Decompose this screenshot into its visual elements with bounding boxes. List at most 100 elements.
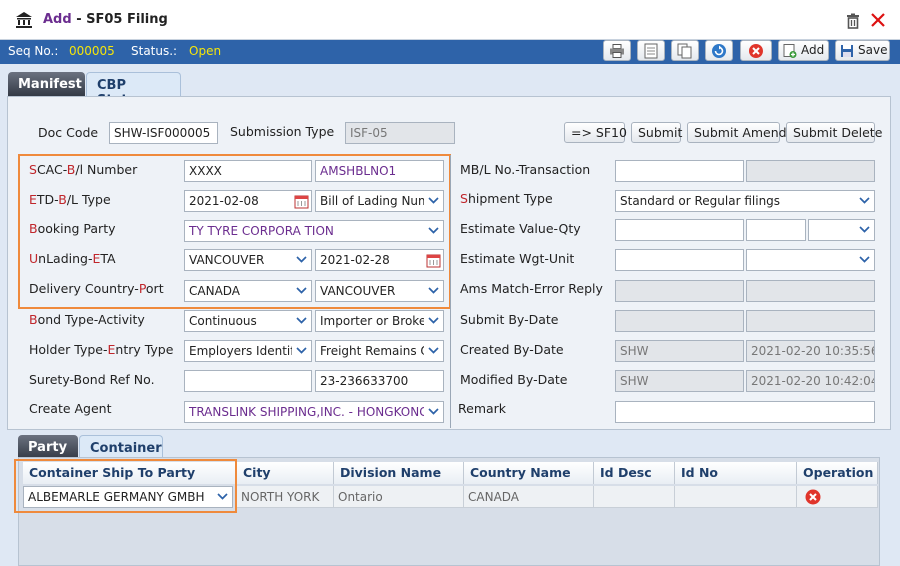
create-agent-label: Create Agent <box>29 401 112 416</box>
bond-activity-value: Importer or Broker <box>320 314 432 328</box>
id-desc-cell <box>594 486 675 508</box>
estimate-wgt-input[interactable] <box>615 249 744 271</box>
chevron-down-icon <box>296 317 307 324</box>
operation-cell <box>797 486 878 508</box>
save-button[interactable]: Save <box>835 40 890 61</box>
estimate-value-input[interactable] <box>615 219 744 241</box>
modified-date-input: 2021-02-20 10:42:04 <box>746 370 875 392</box>
copy-icon <box>677 43 692 58</box>
ams-match-input <box>615 280 744 302</box>
sf10-button[interactable]: => SF10 <box>564 122 627 143</box>
required-fields-highlight <box>18 154 451 309</box>
column-header-division[interactable]: Division Name <box>334 462 464 484</box>
create-agent-value: TRANSLINK SHIPPING,INC. - HONGKONG <box>189 405 429 419</box>
window-title: Add - SF05 Filing <box>43 12 168 27</box>
estimate-qty-input[interactable] <box>746 219 806 241</box>
save-icon <box>841 44 853 57</box>
submit-button[interactable]: Submit <box>631 122 682 143</box>
submit-delete-button[interactable]: Submit Delete <box>786 122 882 143</box>
doc-code-input[interactable]: SHW-ISF000005 <box>109 122 218 144</box>
add-button[interactable]: Add <box>778 40 829 61</box>
submit-by-input <box>615 310 744 332</box>
chevron-down-icon <box>428 347 439 354</box>
mbl-input[interactable] <box>615 160 744 182</box>
created-by-input: SHW <box>615 340 744 362</box>
ams-match-label: Ams Match-Error Reply <box>460 281 603 296</box>
delete-row-icon[interactable] <box>805 489 821 505</box>
copy-button[interactable] <box>671 40 699 61</box>
column-divider <box>450 155 451 428</box>
submission-type-label: Submission Type <box>230 124 335 139</box>
document-icon <box>644 43 658 58</box>
create-agent-select[interactable]: TRANSLINK SHIPPING,INC. - HONGKONG <box>184 401 444 423</box>
mbl-transaction-label: MB/L No.-Transaction <box>460 162 591 177</box>
country-cell: CANADA <box>464 486 594 508</box>
status-label: Status.: <box>131 44 178 58</box>
add-icon <box>783 43 797 58</box>
bond-ref-input[interactable]: 23-236633700 <box>315 370 444 392</box>
entry-type-select[interactable]: Freight Remains On Board <box>315 340 444 362</box>
title-name: SF05 Filing <box>86 12 168 27</box>
bond-type-activity-label: Bond Type-Activity <box>29 312 145 327</box>
bond-type-select[interactable]: Continuous <box>184 310 312 332</box>
trash-icon[interactable] <box>845 13 861 29</box>
chevron-down-icon <box>859 197 870 204</box>
bank-icon <box>16 12 32 28</box>
holder-type-entry-type-label: Holder Type-Entry Type <box>29 342 174 357</box>
shipment-type-value: Standard or Regular filings <box>620 194 781 208</box>
shipment-type-select[interactable]: Standard or Regular filings <box>615 190 875 212</box>
cancel-icon <box>749 43 763 58</box>
submission-type-input: ISF-05 <box>345 122 455 144</box>
column-header-id-no[interactable]: Id No <box>675 462 797 484</box>
submit-date-input <box>746 310 875 332</box>
surety-bond-label: Surety-Bond Ref No. <box>29 372 155 387</box>
ship-to-party-highlight <box>14 459 237 513</box>
shipment-type-label: Shipment Type <box>460 191 553 206</box>
doc-code-label: Doc Code <box>38 125 99 140</box>
holder-type-select[interactable]: Employers Identification <box>184 340 312 362</box>
print-button[interactable] <box>603 40 631 61</box>
division-cell: Ontario <box>334 486 464 508</box>
refresh-button[interactable] <box>705 40 733 61</box>
title-prefix: Add <box>43 12 72 27</box>
transaction-input <box>746 160 875 182</box>
submit-by-date-label: Submit By-Date <box>460 312 559 327</box>
title-separator: - <box>71 12 87 27</box>
tab-manifest[interactable]: Manifest <box>8 72 85 98</box>
estimate-value-qty-label: Estimate Value-Qty <box>460 221 581 236</box>
estimate-wgt-unit-select[interactable] <box>746 249 875 271</box>
column-header-id-desc[interactable]: Id Desc <box>594 462 675 484</box>
column-header-country[interactable]: Country Name <box>464 462 594 484</box>
surety-input[interactable] <box>184 370 312 392</box>
created-date-input: 2021-02-20 10:35:56 <box>746 340 875 362</box>
remark-input[interactable] <box>615 401 875 423</box>
id-no-cell <box>675 486 797 508</box>
document-button[interactable] <box>637 40 665 61</box>
add-button-label: Add <box>801 43 825 57</box>
refresh-icon <box>712 43 726 58</box>
created-by-date-label: Created By-Date <box>460 342 564 357</box>
bond-type-value: Continuous <box>189 314 257 328</box>
chevron-down-icon <box>428 317 439 324</box>
cancel-button[interactable] <box>740 40 772 61</box>
remark-label: Remark <box>458 401 507 416</box>
seq-label: Seq No.: <box>8 44 59 58</box>
modified-by-date-label: Modified By-Date <box>460 372 568 387</box>
save-button-label: Save <box>858 43 888 57</box>
chevron-down-icon <box>428 408 439 415</box>
city-cell: NORTH YORK <box>237 486 334 508</box>
estimate-wgt-unit-label: Estimate Wgt-Unit <box>460 251 575 266</box>
bond-activity-select[interactable]: Importer or Broker <box>315 310 444 332</box>
tab-cbp-status[interactable]: CBP Status <box>86 72 181 108</box>
error-reply-input <box>746 280 875 302</box>
chevron-down-icon <box>859 256 870 263</box>
estimate-qty-unit-select[interactable] <box>808 219 875 241</box>
seq-value: 000005 <box>69 44 115 58</box>
print-icon <box>610 43 624 58</box>
close-icon[interactable] <box>870 12 886 28</box>
title-bar: Add - SF05 Filing <box>0 0 900 40</box>
column-header-city[interactable]: City <box>237 462 334 484</box>
modified-by-input: SHW <box>615 370 744 392</box>
submit-amend-button[interactable]: Submit Amend <box>687 122 787 143</box>
column-header-operation[interactable]: Operation <box>797 462 878 484</box>
